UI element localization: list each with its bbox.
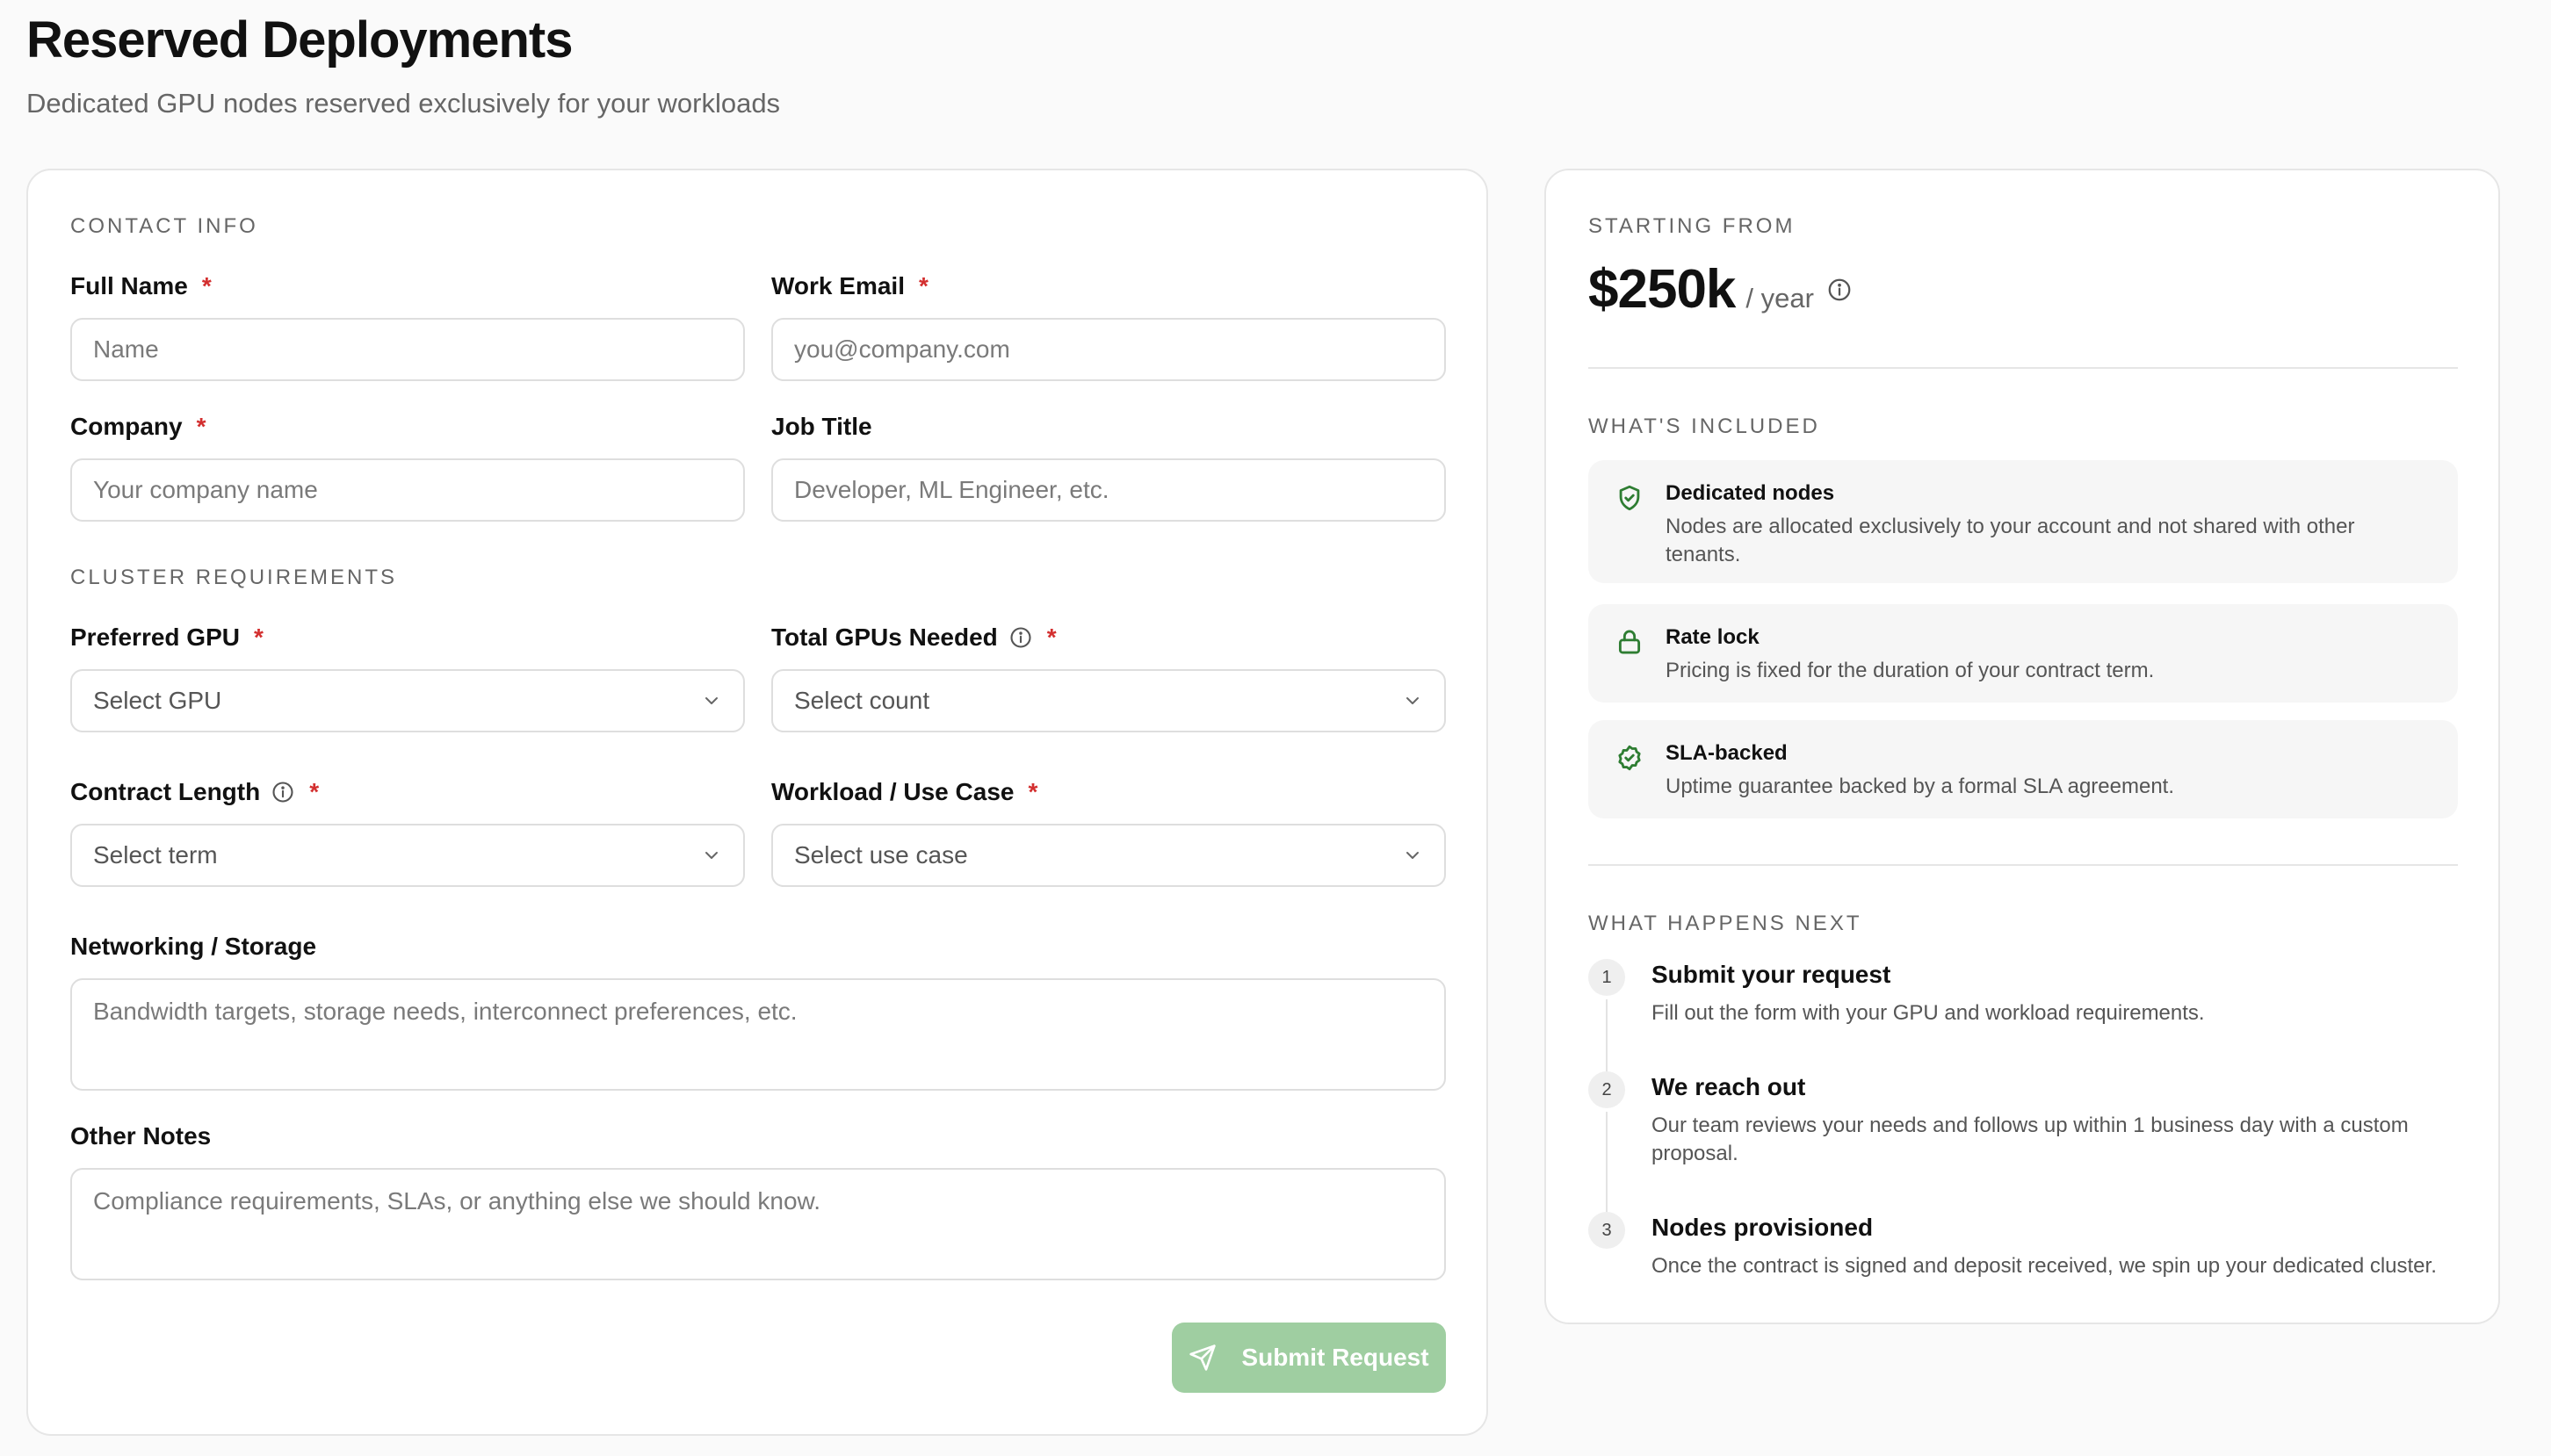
feature-title: Rate lock (1666, 625, 1760, 649)
starting-from-label: STARTING FROM (1588, 214, 1796, 238)
preferred-gpu-value: Select GPU (93, 687, 222, 714)
contact-info-section-label: CONTACT INFO (70, 214, 258, 238)
required-asterisk: * (918, 272, 929, 299)
job-title-label: Job Title (771, 413, 872, 441)
required-asterisk: * (253, 623, 264, 651)
step-title: We reach out (1651, 1073, 1806, 1100)
preferred-gpu-label-text: Preferred GPU (70, 623, 240, 651)
what-happens-next-label: WHAT HAPPENS NEXT (1588, 912, 1862, 935)
full-name-input[interactable] (70, 318, 745, 381)
request-form-card: CONTACT INFO Full Name * Work Email * Co… (26, 169, 1488, 1436)
total-gpus-label: Total GPUs Needed * (771, 623, 1057, 652)
whats-included-label: WHAT'S INCLUDED (1588, 414, 1820, 438)
required-asterisk: * (309, 778, 320, 805)
shield-check-icon (1615, 483, 1644, 517)
company-label-text: Company (70, 413, 183, 440)
submit-request-button[interactable]: Submit Request (1172, 1323, 1446, 1393)
lock-icon (1615, 627, 1644, 661)
feature-dedicated-nodes: Dedicated nodes Nodes are allocated excl… (1588, 460, 2458, 583)
job-title-input[interactable] (771, 458, 1446, 522)
other-notes-label: Other Notes (70, 1122, 211, 1150)
chevron-down-icon (1406, 697, 1419, 704)
page-subtitle: Dedicated GPU nodes reserved exclusively… (26, 88, 781, 119)
required-asterisk: * (1046, 623, 1057, 651)
contract-length-label-text: Contract Length (70, 778, 261, 805)
work-email-input[interactable] (771, 318, 1446, 381)
divider (1588, 864, 2458, 866)
step-title: Submit your request (1651, 961, 1891, 988)
step-title: Nodes provisioned (1651, 1214, 1874, 1241)
company-label: Company * (70, 413, 206, 441)
page-title: Reserved Deployments (26, 11, 573, 68)
step-connector (1606, 1112, 1608, 1217)
price-period: / year (1745, 283, 1814, 314)
contract-length-select[interactable]: Select term (70, 824, 745, 887)
other-notes-textarea[interactable] (70, 1168, 1446, 1280)
work-email-label: Work Email * (771, 272, 929, 300)
step-description: Our team reviews your needs and follows … (1651, 1114, 2409, 1165)
chevron-down-icon (705, 852, 718, 859)
feature-description: Nodes are allocated exclusively to your … (1666, 515, 2355, 566)
step-number: 1 (1588, 959, 1625, 996)
preferred-gpu-select[interactable]: Select GPU (70, 669, 745, 732)
feature-title: Dedicated nodes (1666, 481, 1835, 505)
total-gpus-select[interactable]: Select count (771, 669, 1446, 732)
price-value: $250k (1588, 259, 1736, 320)
send-icon (1189, 1344, 1217, 1371)
chevron-down-icon (1406, 852, 1419, 859)
info-icon[interactable] (1826, 277, 1853, 303)
price-row: $250k / year (1588, 258, 1853, 321)
pricing-card: STARTING FROM $250k / year WHAT'S INCLUD… (1544, 169, 2500, 1324)
required-asterisk: * (201, 272, 212, 299)
submit-request-label: Submit Request (1241, 1344, 1429, 1371)
step-number: 3 (1588, 1212, 1625, 1249)
networking-storage-textarea[interactable] (70, 978, 1446, 1091)
contract-length-label: Contract Length * (70, 778, 319, 806)
step-description: Once the contract is signed and deposit … (1651, 1254, 2437, 1278)
chevron-down-icon (705, 697, 718, 704)
total-gpus-value: Select count (794, 687, 930, 714)
networking-storage-label-text: Networking / Storage (70, 933, 317, 960)
feature-sla-backed: SLA-backed Uptime guarantee backed by a … (1588, 720, 2458, 818)
contract-length-value: Select term (93, 841, 218, 869)
cluster-requirements-section-label: CLUSTER REQUIREMENTS (70, 566, 398, 589)
feature-rate-lock: Rate lock Pricing is fixed for the durat… (1588, 604, 2458, 703)
step-number: 2 (1588, 1071, 1625, 1108)
required-asterisk: * (1028, 778, 1038, 805)
feature-description: Pricing is fixed for the duration of you… (1666, 659, 2155, 682)
step-connector (1606, 999, 1608, 1078)
other-notes-label-text: Other Notes (70, 1122, 212, 1150)
feature-title: SLA-backed (1666, 741, 1788, 765)
workload-value: Select use case (794, 841, 968, 869)
full-name-label: Full Name * (70, 272, 212, 300)
total-gpus-label-text: Total GPUs Needed (771, 623, 998, 651)
workload-select[interactable]: Select use case (771, 824, 1446, 887)
job-title-label-text: Job Title (771, 413, 872, 440)
preferred-gpu-label: Preferred GPU * (70, 623, 264, 652)
networking-storage-label: Networking / Storage (70, 933, 316, 961)
info-icon[interactable] (271, 780, 295, 804)
info-icon[interactable] (1008, 625, 1033, 650)
work-email-label-text: Work Email (771, 272, 905, 299)
company-input[interactable] (70, 458, 745, 522)
workload-label-text: Workload / Use Case (771, 778, 1015, 805)
workload-label: Workload / Use Case * (771, 778, 1037, 806)
feature-description: Uptime guarantee backed by a formal SLA … (1666, 775, 2174, 798)
divider (1588, 367, 2458, 369)
required-asterisk: * (196, 413, 206, 440)
step-description: Fill out the form with your GPU and work… (1651, 1001, 2205, 1025)
check-circle-icon (1615, 743, 1644, 777)
full-name-label-text: Full Name (70, 272, 188, 299)
